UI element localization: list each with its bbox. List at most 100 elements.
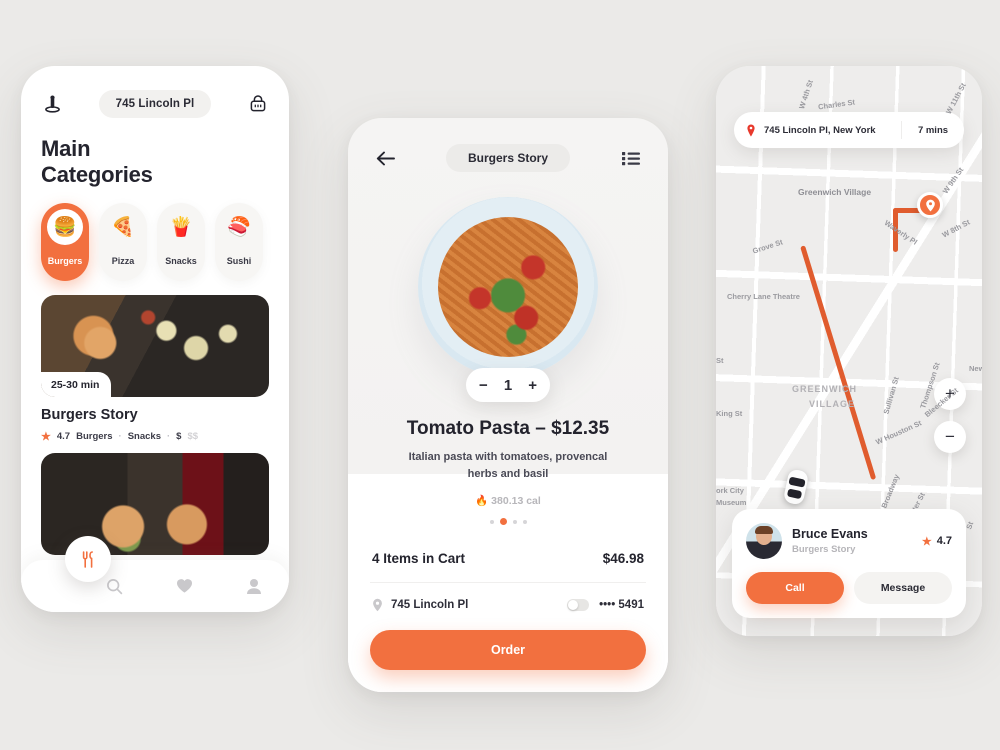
map-street-label: GREENWICH [792,384,857,394]
restaurant-rating: 4.7 [56,431,71,443]
map-search-bar[interactable]: 745 Lincoln Pl, New York 7 mins [734,112,964,148]
restaurant-name: Burgers Story [41,407,138,424]
screenshot-stage: 745 Lincoln Pl Main Categories 🍔 Burgers… [0,0,1000,750]
category-chip-sushi[interactable]: 🍣 Sushi [215,203,263,282]
restaurant-tag: Snacks [127,431,161,443]
driver-restaurant: Burgers Story [792,544,856,555]
burger-emoji-icon: 🍔 [47,209,83,246]
cart-summary-row: 4 Items in Cart $46.98 [370,532,646,583]
dish-plate [418,197,598,377]
driver-card: Bruce Evans Burgers Story ★ 4.7 Call Mes… [732,509,966,618]
cart-address-text: 745 Lincoln Pl [391,599,469,611]
quantity-decrement-button[interactable]: − [479,377,488,394]
quantity-increment-button[interactable]: + [528,377,537,394]
driver-header: Bruce Evans Burgers Story ★ 4.7 [746,523,952,559]
list-menu-icon[interactable] [618,145,644,171]
page-title: Main Categories [21,118,289,187]
category-label: Burgers [47,256,83,267]
map-street-label: New [969,364,982,373]
page-title-line-2: Categories [41,161,153,187]
map-street-label: St [716,356,724,365]
restaurant-meta: ★ 4.7 Burgers · Snacks · $ $$ [41,430,269,443]
category-label: Sushi [226,256,252,267]
restaurant-card[interactable]: 25-30 min Burgers Story ★ 4.7 Burgers · … [41,295,269,443]
message-button[interactable]: Message [854,572,952,604]
driver-rating: ★ 4.7 [922,535,952,548]
profile-icon[interactable] [244,576,264,596]
calorie-info: 🔥 380.13 cal [348,494,668,507]
star-icon: ★ [921,535,932,548]
phone-home-screen: 745 Lincoln Pl Main Categories 🍔 Burgers… [21,66,289,612]
dish-image-area: − 1 + [348,178,668,402]
map-search-address: 745 Lincoln Pl, New York [764,124,876,136]
map-eta: 7 mins [917,124,949,136]
category-label: Pizza [111,256,135,267]
home-address-pill[interactable]: 745 Lincoln Pl [98,90,212,118]
map-street-label: ork City [716,486,744,495]
zoom-out-button[interactable]: − [934,421,966,453]
meta-separator: · [166,431,171,443]
calorie-value: 380.13 cal [491,495,541,507]
category-list: 🍔 Burgers 🍕 Pizza 🍟 Snacks 🍣 Sushi [21,187,289,282]
meta-separator: · [118,431,122,443]
cart-payment[interactable]: •••• 5491 [567,599,644,611]
map-street-label: VILLAGE [809,399,856,409]
shopping-basket-icon[interactable] [245,91,271,117]
cart-total: $46.98 [602,551,644,566]
detail-header: Burgers Story [348,118,668,172]
product-description: Italian pasta with tomatoes, provencal h… [408,451,608,480]
carousel-dot[interactable] [512,519,517,524]
fries-emoji-icon: 🍟 [169,217,193,239]
restaurant-list: 25-30 min Burgers Story ★ 4.7 Burgers · … [21,281,289,556]
map-street-label: King St [716,409,743,418]
driver-rating-value: 4.7 [936,535,952,547]
call-button[interactable]: Call [746,572,844,604]
cart-items-label: 4 Items in Cart [372,551,466,566]
price-level-filled: $ [176,431,182,443]
heart-icon[interactable] [174,576,194,596]
driver-identity: Bruce Evans Burgers Story [792,527,868,555]
pizza-emoji-icon: 🍕 [111,217,135,239]
payment-toggle[interactable] [567,599,590,611]
detail-restaurant-pill[interactable]: Burgers Story [445,144,571,172]
search-icon[interactable] [104,576,124,596]
category-chip-pizza[interactable]: 🍕 Pizza [99,203,147,282]
fire-emoji-icon: 🔥 [475,495,489,507]
home-header: 745 Lincoln Pl [21,66,289,118]
category-chip-snacks[interactable]: 🍟 Snacks [157,203,205,282]
cart-delivery-row: 745 Lincoln Pl •••• 5491 [370,583,646,626]
category-chip-burgers[interactable]: 🍔 Burgers [41,203,89,282]
quantity-stepper[interactable]: − 1 + [466,368,550,402]
page-title-line-1: Main [41,136,91,161]
driver-actions: Call Message [746,572,952,604]
card-number: •••• 5491 [599,599,644,611]
avatar [746,523,782,559]
delivery-time-badge: 25-30 min [41,372,112,398]
phone-detail-screen: Burgers Story − 1 + Tomato Pasta – $12.3… [348,118,668,692]
restaurant-photo: 25-30 min [41,295,269,398]
carousel-dot[interactable] [489,519,494,524]
driver-name: Bruce Evans [792,527,868,541]
map-street-label: Museum [716,498,747,507]
cart-address[interactable]: 745 Lincoln Pl [372,598,468,612]
cart-panel: 4 Items in Cart $46.98 745 Lincoln Pl ••… [348,532,668,692]
map-pin-icon [373,598,382,612]
location-pin-icon[interactable] [39,91,65,117]
star-icon: ★ [41,431,51,444]
phone-map-screen: 745 Lincoln Pl, New York 7 mins + − W 4t… [716,66,982,636]
pasta-photo [438,217,578,357]
order-button[interactable]: Order [370,630,646,670]
map-street-label: Greenwich Village [798,187,872,197]
destination-marker-icon [917,192,943,218]
price-level-dim: $$ [187,431,199,443]
product-title: Tomato Pasta – $12.35 [406,418,610,439]
carousel-dot-active[interactable] [499,518,507,525]
cutlery-fab-button[interactable] [65,536,111,582]
bottom-tab-bar [21,560,289,612]
quantity-value: 1 [503,376,513,394]
category-label: Snacks [165,256,197,267]
carousel-dots [348,518,668,525]
back-arrow-icon[interactable] [372,145,398,171]
map-street-label: Cherry Lane Theatre [727,292,800,301]
carousel-dot[interactable] [522,519,527,524]
